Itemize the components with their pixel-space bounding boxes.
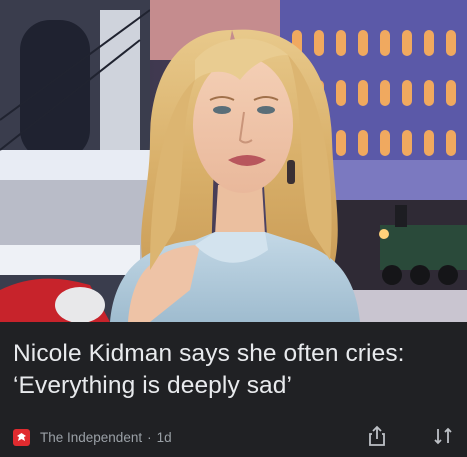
article-age: 1d <box>156 429 172 445</box>
article-meta: The Independent · 1d <box>13 424 172 450</box>
more-options-button[interactable] <box>429 422 457 450</box>
source-name[interactable]: The Independent <box>40 430 142 445</box>
feedback-sort-icon <box>434 427 452 445</box>
share-icon <box>369 425 385 446</box>
meta-separator: · <box>147 429 152 445</box>
article-photo <box>0 0 467 322</box>
card-actions <box>363 422 457 450</box>
share-button[interactable] <box>363 422 391 450</box>
independent-eagle-icon <box>13 428 30 446</box>
news-card[interactable]: Nicole Kidman says she often cries: ‘Eve… <box>0 0 467 457</box>
article-image[interactable] <box>0 0 467 322</box>
article-headline[interactable]: Nicole Kidman says she often cries: ‘Eve… <box>13 338 458 402</box>
